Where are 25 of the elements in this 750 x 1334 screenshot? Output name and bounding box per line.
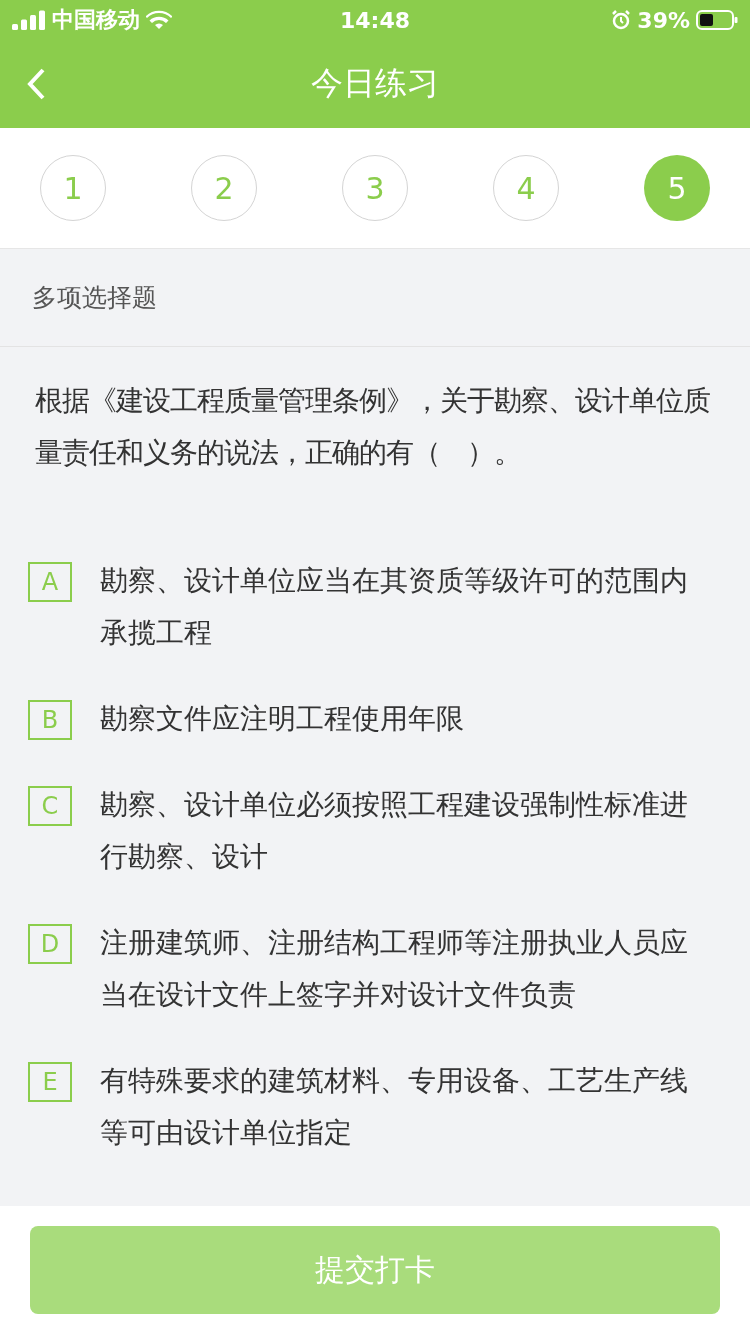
option-letter-button[interactable]: E [28, 1062, 72, 1102]
question-number[interactable]: 1 [40, 155, 106, 221]
signal-icon [12, 10, 46, 30]
battery-icon [696, 10, 738, 30]
carrier-name: 中国移动 [52, 6, 140, 34]
option-text[interactable]: 有特殊要求的建筑材料、专用设备、工艺生产线等可由设计单位指定 [100, 1055, 710, 1159]
clock-time: 14:48 [340, 7, 410, 33]
option-text[interactable]: 注册建筑师、注册结构工程师等注册执业人员应当在设计文件上签字并对设计文件负责 [100, 917, 710, 1021]
option-letter-button[interactable]: D [28, 924, 72, 964]
option-text[interactable]: 勘察、设计单位必须按照工程建设强制性标准进行勘察、设计 [100, 779, 710, 883]
wifi-icon [146, 10, 172, 30]
option-letter-button[interactable]: C [28, 786, 72, 826]
question-type: 多项选择题 [32, 282, 157, 314]
question-number[interactable]: 2 [191, 155, 257, 221]
question-number[interactable]: 4 [493, 155, 559, 221]
option-letter-button[interactable]: A [28, 562, 72, 602]
question-number[interactable]: 5 [644, 155, 710, 221]
page-title: 今日练习 [311, 63, 439, 104]
battery-percent: 39% [637, 7, 690, 33]
option-text[interactable]: 勘察文件应注明工程使用年限 [100, 693, 464, 745]
question-number[interactable]: 3 [342, 155, 408, 221]
question-text: 根据《建设工程质量管理条例》，关于勘察、设计单位质量责任和义务的说法，正确的有（ ）。 [34, 383, 711, 471]
alarm-icon [611, 10, 632, 30]
option-text[interactable]: 勘察、设计单位应当在其资质等级许可的范围内承揽工程 [100, 555, 710, 659]
option-letter-button[interactable]: B [28, 700, 72, 740]
